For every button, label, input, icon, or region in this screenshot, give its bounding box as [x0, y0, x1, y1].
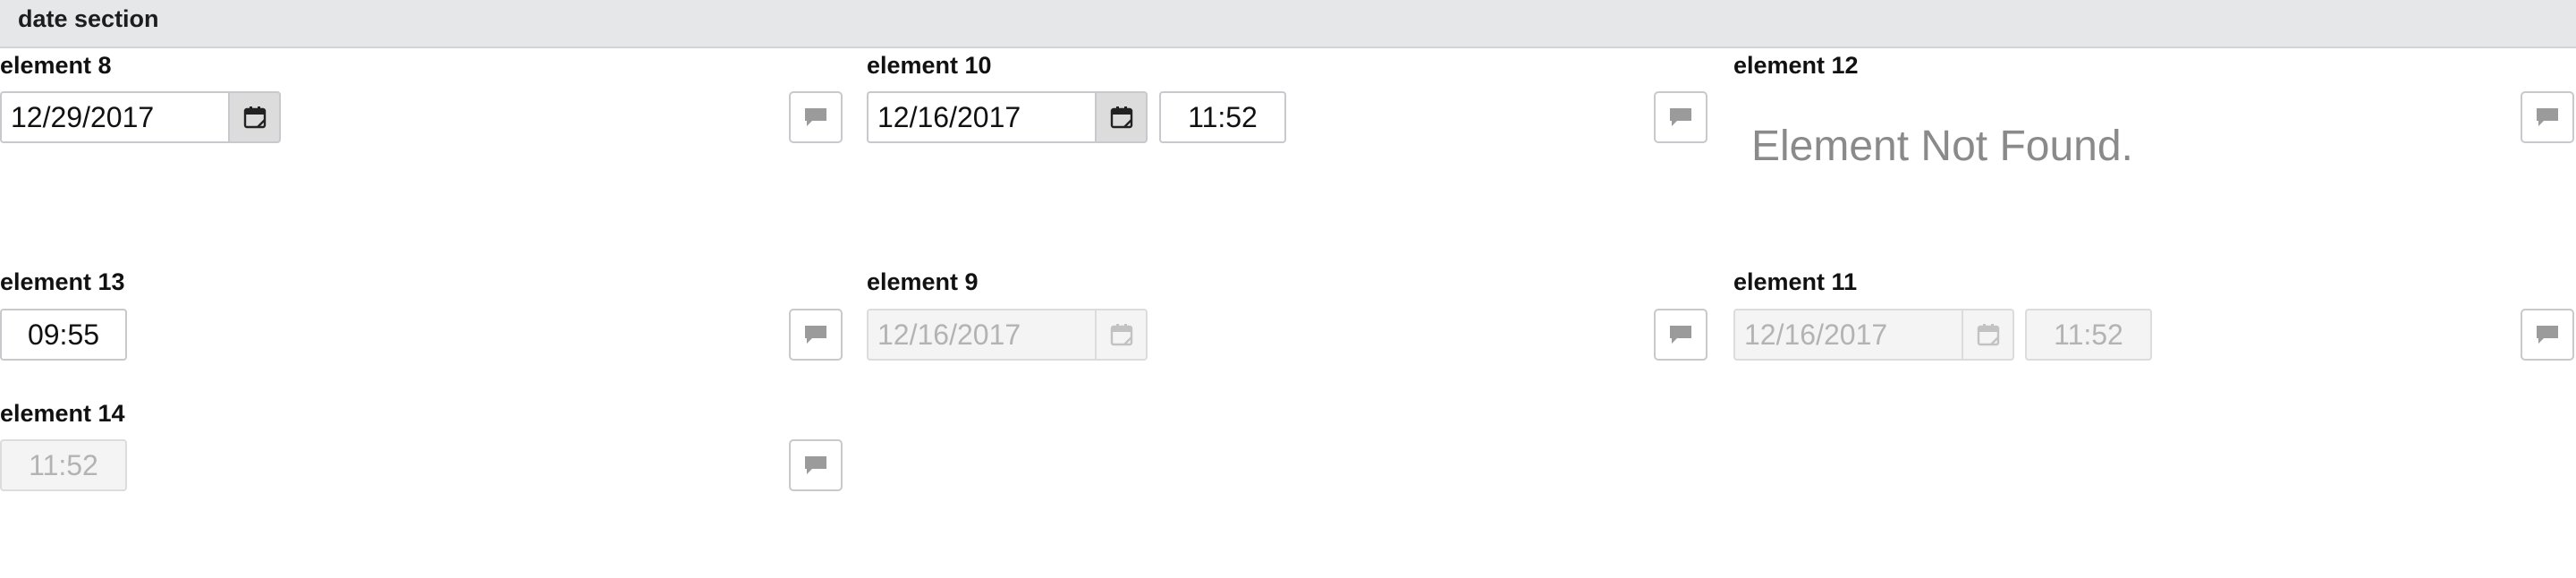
element-10-date-input[interactable]: 12/16/2017	[867, 91, 1095, 143]
element-9-date-input: 12/16/2017	[867, 309, 1095, 361]
element-14-comment-button[interactable]	[789, 439, 843, 491]
element-10-time-input[interactable]: 11:52	[1159, 91, 1286, 143]
element-11-date-input: 12/16/2017	[1733, 309, 1962, 361]
comment-icon	[805, 326, 826, 344]
section-header: date section	[0, 0, 2576, 48]
element-12-label: element 12	[1733, 52, 1859, 79]
element-9-label: element 9	[867, 268, 979, 295]
calendar-icon	[1977, 324, 1999, 346]
element-11-label: element 11	[1733, 268, 1858, 295]
element-13-label: element 13	[0, 268, 125, 295]
element-8-date-input[interactable]: 12/29/2017	[0, 91, 228, 143]
element-14-time-input: 11:52	[0, 439, 127, 491]
comment-icon	[805, 108, 826, 126]
element-10-label: element 10	[867, 52, 992, 79]
element-8-comment-button[interactable]	[789, 91, 843, 143]
element-11-date-picker: 12/16/2017	[1733, 309, 2014, 361]
element-11-comment-button[interactable]	[2521, 309, 2574, 361]
element-8-calendar-button[interactable]	[228, 91, 281, 143]
comment-icon	[1670, 108, 1691, 126]
element-12-comment-button[interactable]	[2521, 91, 2574, 143]
element-8-label: element 8	[0, 52, 112, 79]
comment-icon	[2537, 108, 2558, 126]
calendar-icon	[1110, 106, 1132, 129]
element-11-calendar-button	[1962, 309, 2014, 361]
element-9-comment-button[interactable]	[1654, 309, 1707, 361]
element-10-comment-button[interactable]	[1654, 91, 1707, 143]
section-title: date section	[18, 5, 159, 32]
element-9-calendar-button	[1095, 309, 1148, 361]
element-9-date-picker: 12/16/2017	[867, 309, 1148, 361]
comment-icon	[1670, 326, 1691, 344]
element-13-comment-button[interactable]	[789, 309, 843, 361]
element-8-date-picker: 12/29/2017	[0, 91, 281, 143]
element-10-calendar-button[interactable]	[1095, 91, 1148, 143]
element-not-found-message: Element Not Found.	[1751, 123, 2133, 170]
comment-icon	[805, 456, 826, 474]
calendar-icon	[1110, 324, 1132, 346]
calendar-icon	[243, 106, 266, 129]
comment-icon	[2537, 326, 2558, 344]
element-11-time-input: 11:52	[2025, 309, 2152, 361]
element-10-date-picker: 12/16/2017	[867, 91, 1148, 143]
element-13-time-input[interactable]: 09:55	[0, 309, 127, 361]
element-14-label: element 14	[0, 400, 125, 427]
